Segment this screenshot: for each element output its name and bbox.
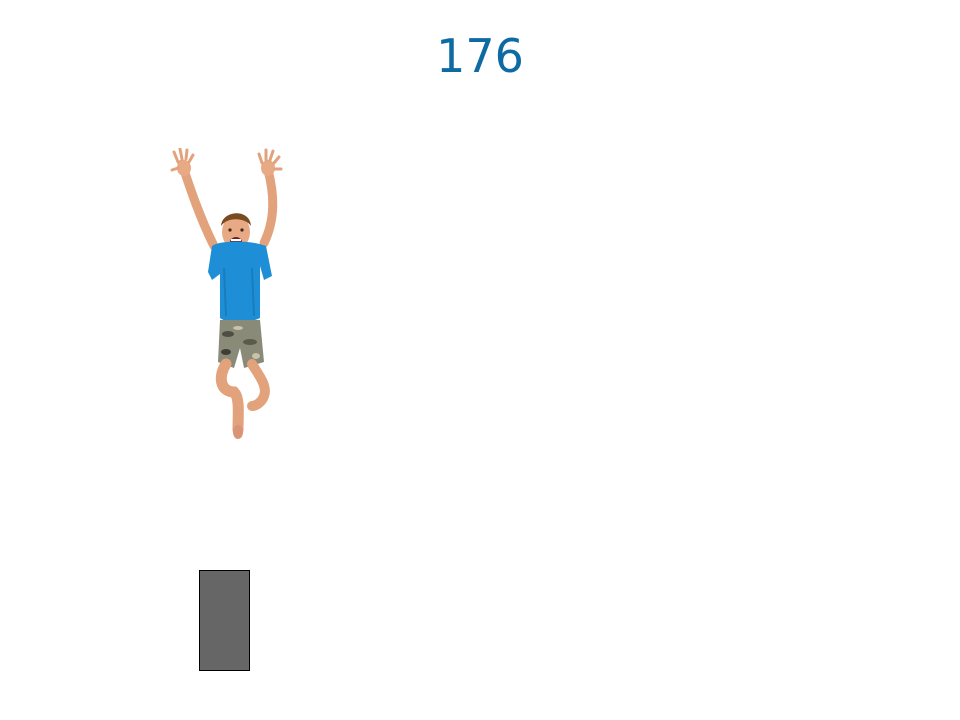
obstacle-block [199, 570, 250, 671]
left-hand [170, 148, 195, 176]
right-leg [247, 359, 270, 411]
right-arm [259, 165, 278, 248]
right-hand [257, 148, 283, 176]
left-arm [177, 159, 219, 251]
score-counter: 176 [436, 29, 524, 83]
game-canvas[interactable]: 176 [0, 0, 960, 720]
left-foot [233, 425, 243, 439]
shirt [208, 241, 272, 323]
left-leg [215, 358, 244, 436]
jumping-boy-sprite [170, 148, 283, 439]
